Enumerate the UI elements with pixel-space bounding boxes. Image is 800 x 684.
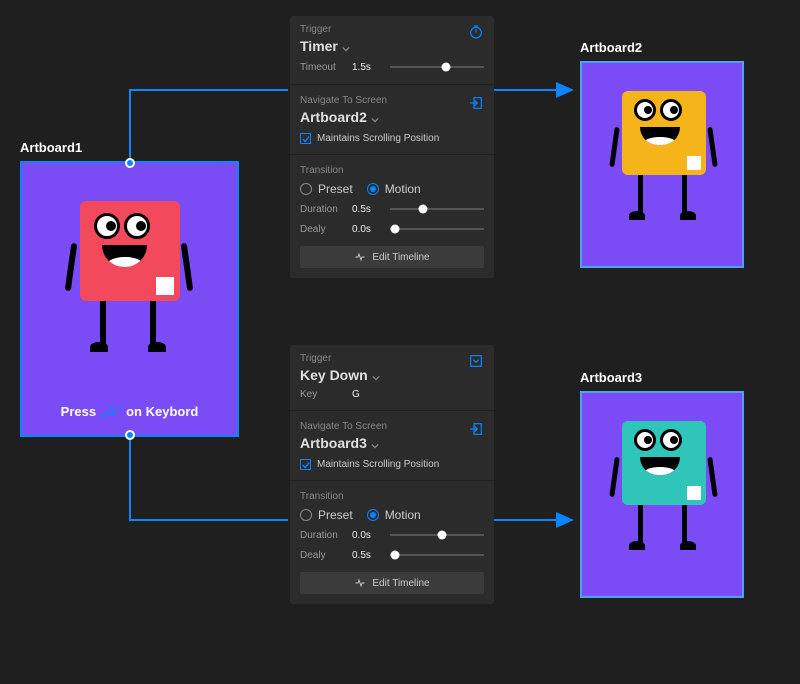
delay-label: Dealy [300, 550, 352, 561]
maintain-scroll-checkbox[interactable]: Maintains Scrolling Position [300, 459, 484, 470]
artboard2[interactable] [580, 61, 744, 268]
duration-value: 0.5s [352, 204, 390, 215]
edit-timeline-button[interactable]: Edit Timeline [300, 246, 484, 268]
corner-marker [156, 277, 174, 295]
duration-value: 0.0s [352, 530, 390, 541]
navigate-section-label: Navigate To Screen [300, 95, 387, 106]
timeline-icon [354, 577, 366, 589]
trigger-dropdown[interactable]: Timer [300, 38, 350, 54]
navigate-section-label: Navigate To Screen [300, 421, 387, 432]
artboard3-container: Artboard3 [580, 370, 744, 598]
connection-node-bottom[interactable] [125, 430, 135, 440]
arm-right [181, 243, 194, 291]
transition-section-label: Transition [300, 491, 484, 502]
foot-right [148, 342, 166, 352]
maintain-scroll-checkbox[interactable]: Maintains Scrolling Position [300, 133, 484, 144]
chevron-down-icon [372, 371, 380, 379]
artboard2-container: Artboard2 [580, 40, 744, 268]
key-label: Key [300, 389, 352, 400]
navigate-enter-icon [468, 95, 484, 111]
duration-slider[interactable] [390, 202, 484, 216]
timeout-label: Timeout [300, 62, 352, 73]
artboard1-label: Artboard1 [20, 140, 239, 155]
trigger-section-label: Trigger [300, 24, 350, 35]
transition-section-label: Transition [300, 165, 484, 176]
character-body-yellow [622, 91, 706, 175]
artboard2-label: Artboard2 [580, 40, 744, 55]
trigger-section-label: Trigger [300, 353, 380, 364]
delay-value: 0.5s [352, 550, 390, 561]
interaction-panel-timer: Trigger Timer Timeout 1.5s Navigate To S… [290, 16, 494, 278]
timeline-icon [354, 251, 366, 263]
leg-right [150, 301, 156, 347]
connection-node-top[interactable] [125, 158, 135, 168]
radio-motion[interactable]: Motion [367, 508, 421, 522]
artboard1[interactable]: Press G on Keybord [20, 161, 239, 437]
checkbox-icon [300, 133, 311, 144]
navigate-dropdown[interactable]: Artboard3 [300, 435, 387, 451]
leg-left [100, 301, 106, 347]
trigger-dropdown[interactable]: Key Down [300, 367, 380, 383]
artboard3-label: Artboard3 [580, 370, 744, 385]
delay-slider[interactable] [390, 222, 484, 236]
delay-label: Dealy [300, 224, 352, 235]
edit-timeline-button[interactable]: Edit Timeline [300, 572, 484, 594]
chevron-down-icon [371, 113, 379, 121]
duration-label: Duration [300, 204, 352, 215]
eye-left [94, 213, 120, 239]
delay-slider[interactable] [390, 548, 484, 562]
delay-value: 0.0s [352, 224, 390, 235]
radio-motion[interactable]: Motion [367, 182, 421, 196]
radio-preset[interactable]: Preset [300, 182, 353, 196]
navigate-enter-icon [468, 421, 484, 437]
timer-icon [468, 24, 484, 40]
artboard3[interactable] [580, 391, 744, 598]
radio-preset[interactable]: Preset [300, 508, 353, 522]
timeout-slider[interactable] [390, 60, 484, 74]
duration-slider[interactable] [390, 528, 484, 542]
foot-left [90, 342, 108, 352]
arm-left [65, 243, 78, 291]
chevron-down-icon [371, 439, 379, 447]
key-value[interactable]: G [352, 389, 390, 400]
artboard1-container: Artboard1 Press G on Keybord [20, 140, 239, 437]
character-body-red [80, 201, 180, 301]
artboard1-caption: Press G on Keybord [22, 404, 237, 419]
transition-radio-group: Preset Motion [300, 508, 484, 522]
chevron-down-icon [342, 42, 350, 50]
navigate-dropdown[interactable]: Artboard2 [300, 109, 387, 125]
duration-label: Duration [300, 530, 352, 541]
keyboard-icon [468, 353, 484, 369]
character-body-teal [622, 421, 706, 505]
transition-radio-group: Preset Motion [300, 182, 484, 196]
eye-right [124, 213, 150, 239]
interaction-panel-keydown: Trigger Key Down Key G Navigate To Scree… [290, 345, 494, 604]
checkbox-icon [300, 459, 311, 470]
timeout-value: 1.5s [352, 62, 390, 73]
mouth [102, 245, 147, 267]
